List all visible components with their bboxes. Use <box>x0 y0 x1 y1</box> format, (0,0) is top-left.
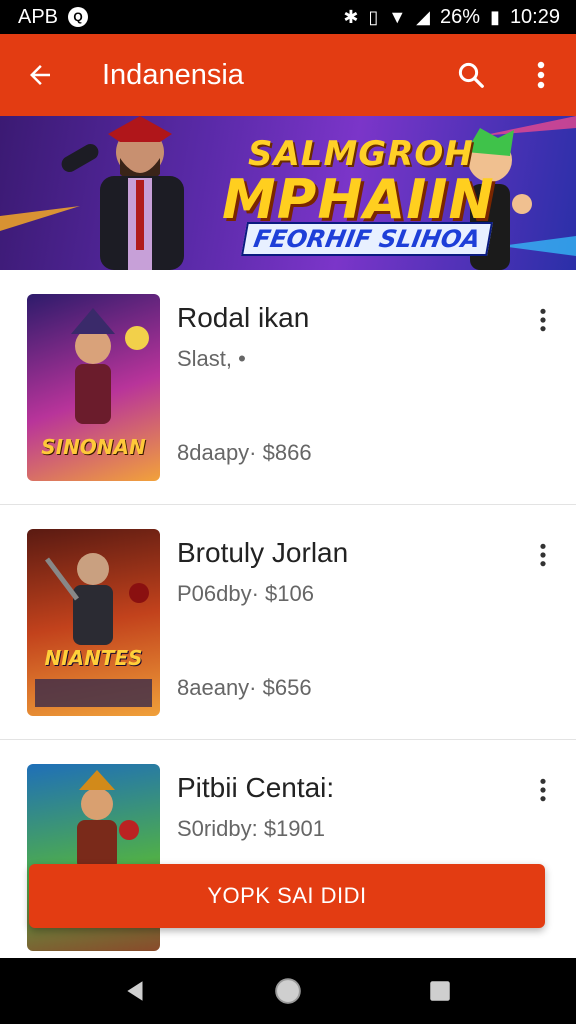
bluetooth-icon: ✱ <box>343 6 359 27</box>
page-title: Indanensia <box>102 58 244 91</box>
nav-recents-button[interactable] <box>410 961 470 1021</box>
more-vert-icon <box>540 543 546 567</box>
game-thumbnail: SINONAN <box>27 294 160 481</box>
vibrate-icon: ▯ <box>368 6 379 27</box>
item-subtitle: Slast, • <box>177 346 246 371</box>
app-toolbar: Indanensia <box>0 34 576 116</box>
nav-back-button[interactable] <box>106 961 166 1021</box>
list-item[interactable]: Pitbii Centai: S0ridby: $1901 <box>0 740 576 975</box>
clock: 10:29 <box>509 5 560 28</box>
item-title: Rodal ikan <box>177 302 310 333</box>
item-price: 8aeany· $656 <box>177 675 312 700</box>
status-bar: APB Q ✱ ▯ ▼ ◢ 26% ▮ 10:29 <box>0 0 576 34</box>
promo-banner[interactable]: SALMGROH MPHAIIN FEORHIF SLIHOA <box>0 116 576 270</box>
item-subtitle: P06dby· $106 <box>177 581 314 606</box>
nav-home-button[interactable] <box>258 961 318 1021</box>
nav-recents-icon <box>430 981 450 1001</box>
more-vert-icon <box>540 778 546 802</box>
thumbnail-caption: SINONAN <box>41 435 146 459</box>
item-menu-button[interactable] <box>528 770 558 810</box>
carrier-label: APB <box>18 5 59 28</box>
more-vert-icon <box>537 61 545 89</box>
list-item[interactable]: SINONAN Rodal ikan Slast, • 8daapy· $866 <box>0 270 576 505</box>
item-subtitle: S0ridby: $1901 <box>177 816 325 841</box>
back-button[interactable] <box>0 34 80 116</box>
list-item[interactable]: NIANTES Brotuly Jorlan P06dby· $106 8aea… <box>0 505 576 740</box>
search-icon <box>458 62 484 88</box>
status-right: ✱ ▯ ▼ ◢ 26% ▮ 10:29 <box>343 6 560 29</box>
notification-badge-icon: Q <box>68 7 89 27</box>
status-left: APB Q <box>18 5 89 29</box>
thumbnail-art <box>35 553 152 707</box>
banner-tagline: FEORHIF SLIHOA <box>241 222 494 256</box>
system-nav-bar <box>0 958 576 1024</box>
battery-percent: 26% <box>440 5 481 28</box>
item-menu-button[interactable] <box>528 535 558 575</box>
more-vert-icon <box>540 308 546 332</box>
back-arrow-icon <box>30 65 50 85</box>
wifi-icon: ▼ <box>388 6 407 27</box>
game-thumbnail: NIANTES <box>27 529 160 716</box>
item-price: 8daapy· $866 <box>177 440 312 465</box>
item-title: Brotuly Jorlan <box>177 537 349 568</box>
primary-action-button[interactable]: YOPK SAI DIDI <box>29 864 545 928</box>
item-title: Pitbii Centai: <box>177 772 335 803</box>
signal-icon: ◢ <box>416 6 430 27</box>
item-menu-button[interactable] <box>528 300 558 340</box>
overflow-menu-button[interactable] <box>506 34 576 116</box>
search-button[interactable] <box>436 34 506 116</box>
thumbnail-caption: NIANTES <box>44 646 143 670</box>
battery-icon: ▮ <box>490 6 500 27</box>
nav-home-icon <box>275 978 301 1004</box>
nav-back-icon <box>127 981 143 1001</box>
